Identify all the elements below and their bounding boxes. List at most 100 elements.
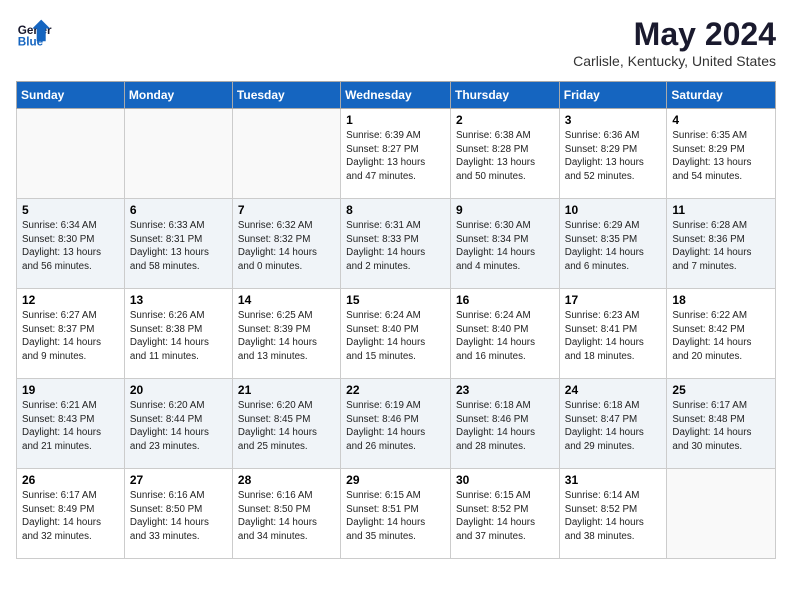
day-info: Sunrise: 6:15 AM Sunset: 8:51 PM Dayligh… — [346, 489, 445, 544]
calendar-week-1: 1 Sunrise: 6:39 AM Sunset: 8:27 PM Daylig… — [17, 109, 776, 199]
day-number: 2 — [456, 113, 554, 127]
day-info: Sunrise: 6:18 AM Sunset: 8:46 PM Dayligh… — [456, 399, 554, 454]
logo-icon: General Blue — [16, 16, 52, 52]
calendar-cell: 28 Sunrise: 6:16 AM Sunset: 8:50 PM Dayli… — [232, 469, 340, 559]
location: Carlisle, Kentucky, United States — [573, 53, 776, 69]
day-info: Sunrise: 6:28 AM Sunset: 8:36 PM Dayligh… — [672, 219, 770, 274]
day-number: 16 — [456, 293, 554, 307]
day-info: Sunrise: 6:16 AM Sunset: 8:50 PM Dayligh… — [130, 489, 227, 544]
calendar-cell: 5 Sunrise: 6:34 AM Sunset: 8:30 PM Daylig… — [17, 199, 125, 289]
calendar-week-4: 19 Sunrise: 6:21 AM Sunset: 8:43 PM Dayli… — [17, 379, 776, 469]
calendar-cell: 19 Sunrise: 6:21 AM Sunset: 8:43 PM Dayli… — [17, 379, 125, 469]
calendar-cell — [232, 109, 340, 199]
day-number: 14 — [238, 293, 335, 307]
day-info: Sunrise: 6:23 AM Sunset: 8:41 PM Dayligh… — [565, 309, 662, 364]
day-info: Sunrise: 6:21 AM Sunset: 8:43 PM Dayligh… — [22, 399, 119, 454]
day-info: Sunrise: 6:30 AM Sunset: 8:34 PM Dayligh… — [456, 219, 554, 274]
calendar-cell: 13 Sunrise: 6:26 AM Sunset: 8:38 PM Dayli… — [124, 289, 232, 379]
day-info: Sunrise: 6:36 AM Sunset: 8:29 PM Dayligh… — [565, 129, 662, 184]
day-number: 20 — [130, 383, 227, 397]
weekday-header-thursday: Thursday — [451, 82, 560, 109]
calendar-table: SundayMondayTuesdayWednesdayThursdayFrid… — [16, 81, 776, 559]
day-number: 25 — [672, 383, 770, 397]
day-info: Sunrise: 6:39 AM Sunset: 8:27 PM Dayligh… — [346, 129, 445, 184]
calendar-week-3: 12 Sunrise: 6:27 AM Sunset: 8:37 PM Dayli… — [17, 289, 776, 379]
day-info: Sunrise: 6:17 AM Sunset: 8:48 PM Dayligh… — [672, 399, 770, 454]
calendar-body: 1 Sunrise: 6:39 AM Sunset: 8:27 PM Daylig… — [17, 109, 776, 559]
day-info: Sunrise: 6:27 AM Sunset: 8:37 PM Dayligh… — [22, 309, 119, 364]
day-number: 26 — [22, 473, 119, 487]
logo: General Blue — [16, 16, 52, 52]
day-number: 29 — [346, 473, 445, 487]
day-info: Sunrise: 6:34 AM Sunset: 8:30 PM Dayligh… — [22, 219, 119, 274]
calendar-cell — [124, 109, 232, 199]
weekday-header-saturday: Saturday — [667, 82, 776, 109]
weekday-header-tuesday: Tuesday — [232, 82, 340, 109]
day-number: 18 — [672, 293, 770, 307]
day-number: 28 — [238, 473, 335, 487]
calendar-cell: 27 Sunrise: 6:16 AM Sunset: 8:50 PM Dayli… — [124, 469, 232, 559]
calendar-cell: 3 Sunrise: 6:36 AM Sunset: 8:29 PM Daylig… — [559, 109, 667, 199]
day-info: Sunrise: 6:18 AM Sunset: 8:47 PM Dayligh… — [565, 399, 662, 454]
day-number: 17 — [565, 293, 662, 307]
calendar-cell — [667, 469, 776, 559]
calendar-cell: 29 Sunrise: 6:15 AM Sunset: 8:51 PM Dayli… — [341, 469, 451, 559]
day-info: Sunrise: 6:33 AM Sunset: 8:31 PM Dayligh… — [130, 219, 227, 274]
calendar-cell: 20 Sunrise: 6:20 AM Sunset: 8:44 PM Dayli… — [124, 379, 232, 469]
day-info: Sunrise: 6:17 AM Sunset: 8:49 PM Dayligh… — [22, 489, 119, 544]
day-info: Sunrise: 6:14 AM Sunset: 8:52 PM Dayligh… — [565, 489, 662, 544]
calendar-cell: 30Sunrise: 6:15 AM Sunset: 8:52 PM Dayli… — [451, 469, 560, 559]
calendar-cell: 10Sunrise: 6:29 AM Sunset: 8:35 PM Dayli… — [559, 199, 667, 289]
month-title: May 2024 — [573, 16, 776, 53]
calendar-cell — [17, 109, 125, 199]
day-number: 27 — [130, 473, 227, 487]
day-number: 21 — [238, 383, 335, 397]
calendar-cell: 25 Sunrise: 6:17 AM Sunset: 8:48 PM Dayli… — [667, 379, 776, 469]
calendar-week-2: 5 Sunrise: 6:34 AM Sunset: 8:30 PM Daylig… — [17, 199, 776, 289]
calendar-cell: 23 Sunrise: 6:18 AM Sunset: 8:46 PM Dayli… — [451, 379, 560, 469]
day-number: 5 — [22, 203, 119, 217]
day-info: Sunrise: 6:19 AM Sunset: 8:46 PM Dayligh… — [346, 399, 445, 454]
weekday-header-friday: Friday — [559, 82, 667, 109]
calendar-cell: 15Sunrise: 6:24 AM Sunset: 8:40 PM Dayli… — [341, 289, 451, 379]
weekday-header-monday: Monday — [124, 82, 232, 109]
day-number: 19 — [22, 383, 119, 397]
day-info: Sunrise: 6:35 AM Sunset: 8:29 PM Dayligh… — [672, 129, 770, 184]
day-number: 22 — [346, 383, 445, 397]
day-number: 13 — [130, 293, 227, 307]
day-info: Sunrise: 6:20 AM Sunset: 8:45 PM Dayligh… — [238, 399, 335, 454]
calendar-cell: 2 Sunrise: 6:38 AM Sunset: 8:28 PM Daylig… — [451, 109, 560, 199]
day-info: Sunrise: 6:20 AM Sunset: 8:44 PM Dayligh… — [130, 399, 227, 454]
day-number: 23 — [456, 383, 554, 397]
page-header: General Blue May 2024 Carlisle, Kentucky… — [16, 16, 776, 69]
day-number: 1 — [346, 113, 445, 127]
day-number: 12 — [22, 293, 119, 307]
day-number: 8 — [346, 203, 445, 217]
calendar-cell: 24Sunrise: 6:18 AM Sunset: 8:47 PM Dayli… — [559, 379, 667, 469]
day-info: Sunrise: 6:26 AM Sunset: 8:38 PM Dayligh… — [130, 309, 227, 364]
day-info: Sunrise: 6:31 AM Sunset: 8:33 PM Dayligh… — [346, 219, 445, 274]
day-number: 30 — [456, 473, 554, 487]
calendar-cell: 21 Sunrise: 6:20 AM Sunset: 8:45 PM Dayli… — [232, 379, 340, 469]
day-number: 11 — [672, 203, 770, 217]
calendar-cell: 7 Sunrise: 6:32 AM Sunset: 8:32 PM Daylig… — [232, 199, 340, 289]
calendar-cell: 14 Sunrise: 6:25 AM Sunset: 8:39 PM Dayli… — [232, 289, 340, 379]
day-info: Sunrise: 6:29 AM Sunset: 8:35 PM Dayligh… — [565, 219, 662, 274]
day-info: Sunrise: 6:38 AM Sunset: 8:28 PM Dayligh… — [456, 129, 554, 184]
calendar-cell: 31Sunrise: 6:14 AM Sunset: 8:52 PM Dayli… — [559, 469, 667, 559]
title-block: May 2024 Carlisle, Kentucky, United Stat… — [573, 16, 776, 69]
calendar-week-5: 26 Sunrise: 6:17 AM Sunset: 8:49 PM Dayli… — [17, 469, 776, 559]
day-info: Sunrise: 6:25 AM Sunset: 8:39 PM Dayligh… — [238, 309, 335, 364]
weekday-header-wednesday: Wednesday — [341, 82, 451, 109]
calendar-cell: 11 Sunrise: 6:28 AM Sunset: 8:36 PM Dayli… — [667, 199, 776, 289]
calendar-cell: 12 Sunrise: 6:27 AM Sunset: 8:37 PM Dayli… — [17, 289, 125, 379]
calendar-cell: 6Sunrise: 6:33 AM Sunset: 8:31 PM Daylig… — [124, 199, 232, 289]
day-number: 9 — [456, 203, 554, 217]
calendar-cell: 4 Sunrise: 6:35 AM Sunset: 8:29 PM Daylig… — [667, 109, 776, 199]
day-number: 3 — [565, 113, 662, 127]
day-number: 7 — [238, 203, 335, 217]
day-info: Sunrise: 6:16 AM Sunset: 8:50 PM Dayligh… — [238, 489, 335, 544]
day-number: 4 — [672, 113, 770, 127]
day-info: Sunrise: 6:24 AM Sunset: 8:40 PM Dayligh… — [346, 309, 445, 364]
day-info: Sunrise: 6:32 AM Sunset: 8:32 PM Dayligh… — [238, 219, 335, 274]
